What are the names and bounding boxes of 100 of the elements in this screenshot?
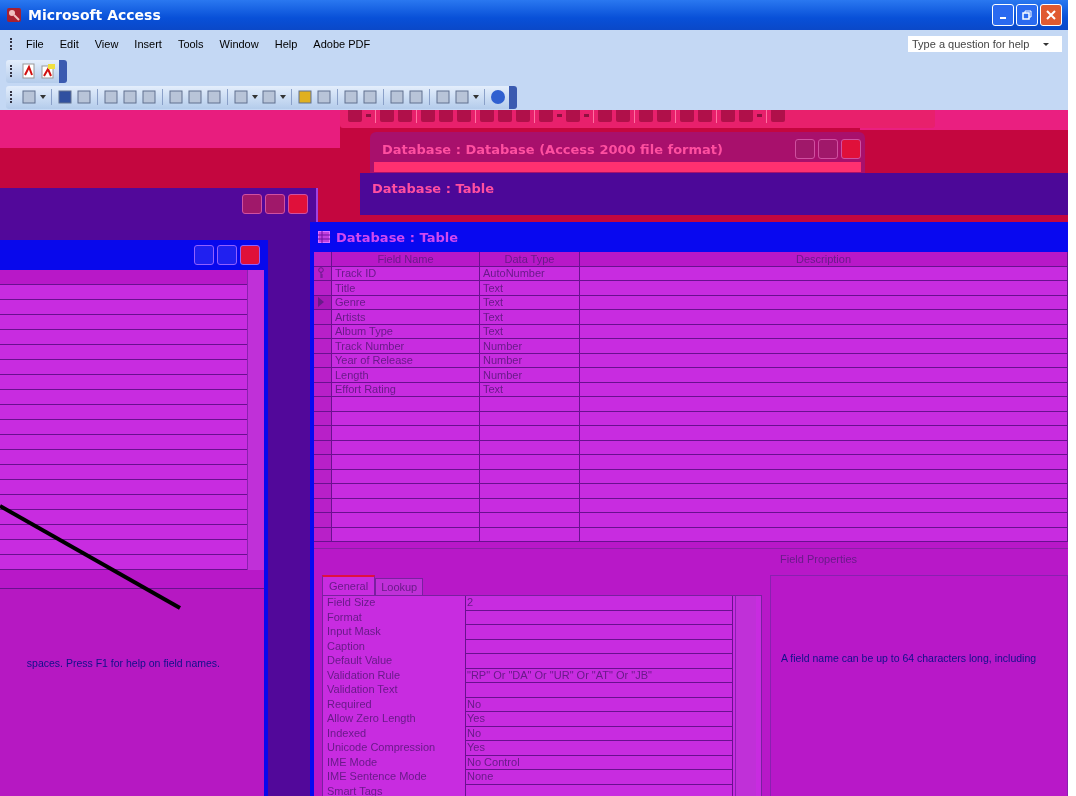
restore-button[interactable] — [1016, 4, 1038, 26]
property-value-field[interactable] — [465, 683, 733, 698]
property-label: Input Mask — [326, 625, 382, 639]
property-label: Validation Text — [326, 683, 399, 697]
property-value-field[interactable]: "RP" Or "DA" Or "UR" Or "AT" Or "JB" — [465, 668, 733, 683]
toolbar-options-handle[interactable] — [59, 59, 67, 83]
row-selector[interactable] — [314, 513, 332, 527]
table-icon — [318, 231, 330, 243]
property-value-field[interactable] — [465, 610, 733, 625]
row-selector[interactable] — [314, 455, 332, 469]
toolbar-options-handle[interactable] — [509, 85, 517, 109]
table-cell: Number — [480, 353, 580, 367]
property-label: IME Mode — [326, 755, 379, 770]
menu-item[interactable]: View — [86, 38, 127, 50]
help-text: A field name can be up to 64 characters long, including — [781, 651, 1037, 664]
property-label: Unicode Compression — [326, 741, 437, 755]
property-value-field[interactable] — [465, 639, 733, 654]
property-label: IME Sentence Mode — [326, 770, 428, 784]
tab[interactable]: General — [322, 575, 376, 595]
property-label: Default Value — [326, 654, 394, 668]
property-label: Allow Zero Length — [326, 712, 417, 726]
row-selector[interactable] — [314, 426, 332, 440]
property-label: Caption — [326, 639, 366, 654]
table-cell: AutoNumber — [480, 266, 580, 280]
menu-item[interactable]: Adobe PDF — [305, 38, 379, 50]
table-cell: Text — [480, 310, 580, 324]
property-value-field[interactable] — [465, 625, 733, 640]
help-text: spaces. Press F1 for help on field names. — [26, 656, 220, 669]
property-value-field[interactable]: Yes — [465, 741, 733, 756]
table-cell: Track ID — [332, 266, 480, 280]
caret-icon[interactable] — [252, 94, 258, 100]
window-title: Database : Table — [336, 229, 458, 245]
section-label: Field Properties — [780, 553, 858, 565]
menu-item[interactable]: Window — [211, 38, 267, 50]
window-title: Database : Database (Access 2000 file format) — [382, 141, 723, 157]
menu-item[interactable]: Tools — [169, 38, 212, 50]
property-value-field[interactable]: No — [465, 697, 733, 712]
caret-icon[interactable] — [40, 94, 46, 100]
property-value-field[interactable] — [465, 784, 733, 796]
minimize-button[interactable] — [992, 4, 1014, 26]
column-header: Description — [580, 252, 1068, 266]
close-button[interactable] — [1040, 4, 1062, 26]
table-cell: Track Number — [332, 339, 480, 353]
table-cell: Text — [480, 382, 580, 396]
minimize-icon — [1000, 17, 1006, 19]
row-selector[interactable] — [314, 397, 332, 411]
pdf-icon[interactable] — [21, 63, 37, 79]
property-label: Validation Rule — [326, 668, 402, 683]
table-cell: Effort Rating — [332, 382, 480, 396]
caret-icon[interactable] — [280, 94, 286, 100]
table-cell: Album Type — [332, 324, 480, 338]
menu-item[interactable]: Insert — [126, 38, 170, 50]
restore-icon — [1022, 10, 1032, 20]
table-cell: Genre — [332, 295, 480, 309]
property-label: Smart Tags — [326, 784, 384, 796]
property-label: Required — [326, 697, 373, 712]
table-cell: Length — [332, 368, 480, 382]
table-cell: Text — [480, 324, 580, 338]
property-value-field[interactable] — [465, 654, 733, 669]
tab[interactable]: Lookup — [375, 578, 424, 595]
row-selector[interactable] — [314, 484, 332, 498]
window-controls-drawing — [194, 245, 260, 265]
table-cell: Number — [480, 368, 580, 382]
row-selector[interactable] — [314, 310, 332, 324]
table-cell: Title — [332, 281, 480, 295]
menu-item[interactable]: Help — [266, 38, 306, 50]
property-value-field[interactable]: Yes — [465, 712, 733, 727]
property-value-field[interactable]: No — [465, 726, 733, 741]
scrollbar[interactable] — [735, 596, 756, 796]
row-selector[interactable] — [314, 339, 332, 353]
property-value-field[interactable]: No Control — [465, 755, 733, 770]
property-label: Indexed — [326, 726, 368, 741]
toolbar-tool-icon[interactable] — [297, 89, 313, 105]
window-title: Microsoft Access — [28, 7, 161, 23]
property-value-field[interactable]: None — [465, 770, 733, 785]
property-label: Field Size — [326, 596, 377, 610]
table-cell: Artists — [332, 310, 480, 324]
toolbar-tool-icon[interactable] — [57, 89, 73, 105]
pdf-comment-icon[interactable] — [40, 63, 56, 79]
scrollbar[interactable] — [247, 270, 264, 570]
close-icon — [1046, 10, 1056, 20]
table-cell: Text — [480, 281, 580, 295]
help-search-field[interactable]: Type a question for help — [908, 36, 1062, 52]
menu-item[interactable]: File — [18, 38, 52, 50]
table-cell: Text — [480, 295, 580, 309]
table-cell: Number — [480, 339, 580, 353]
caret-icon[interactable] — [473, 94, 479, 100]
row-selector[interactable] — [314, 281, 332, 295]
window-controls-drawing — [795, 139, 861, 159]
column-header: Field Name — [332, 252, 480, 266]
row-selector[interactable] — [314, 368, 332, 382]
window-title: Database : Table — [372, 180, 494, 196]
help-icon[interactable] — [490, 89, 506, 105]
property-value-field[interactable]: 2 — [465, 596, 733, 611]
window-controls-drawing — [242, 194, 308, 214]
table-cell: Year of Release — [332, 353, 480, 367]
menu-item[interactable]: Edit — [51, 38, 87, 50]
dropdown-caret-icon[interactable] — [1042, 40, 1050, 48]
property-label: Format — [326, 610, 363, 625]
key-icon — [6, 7, 22, 23]
